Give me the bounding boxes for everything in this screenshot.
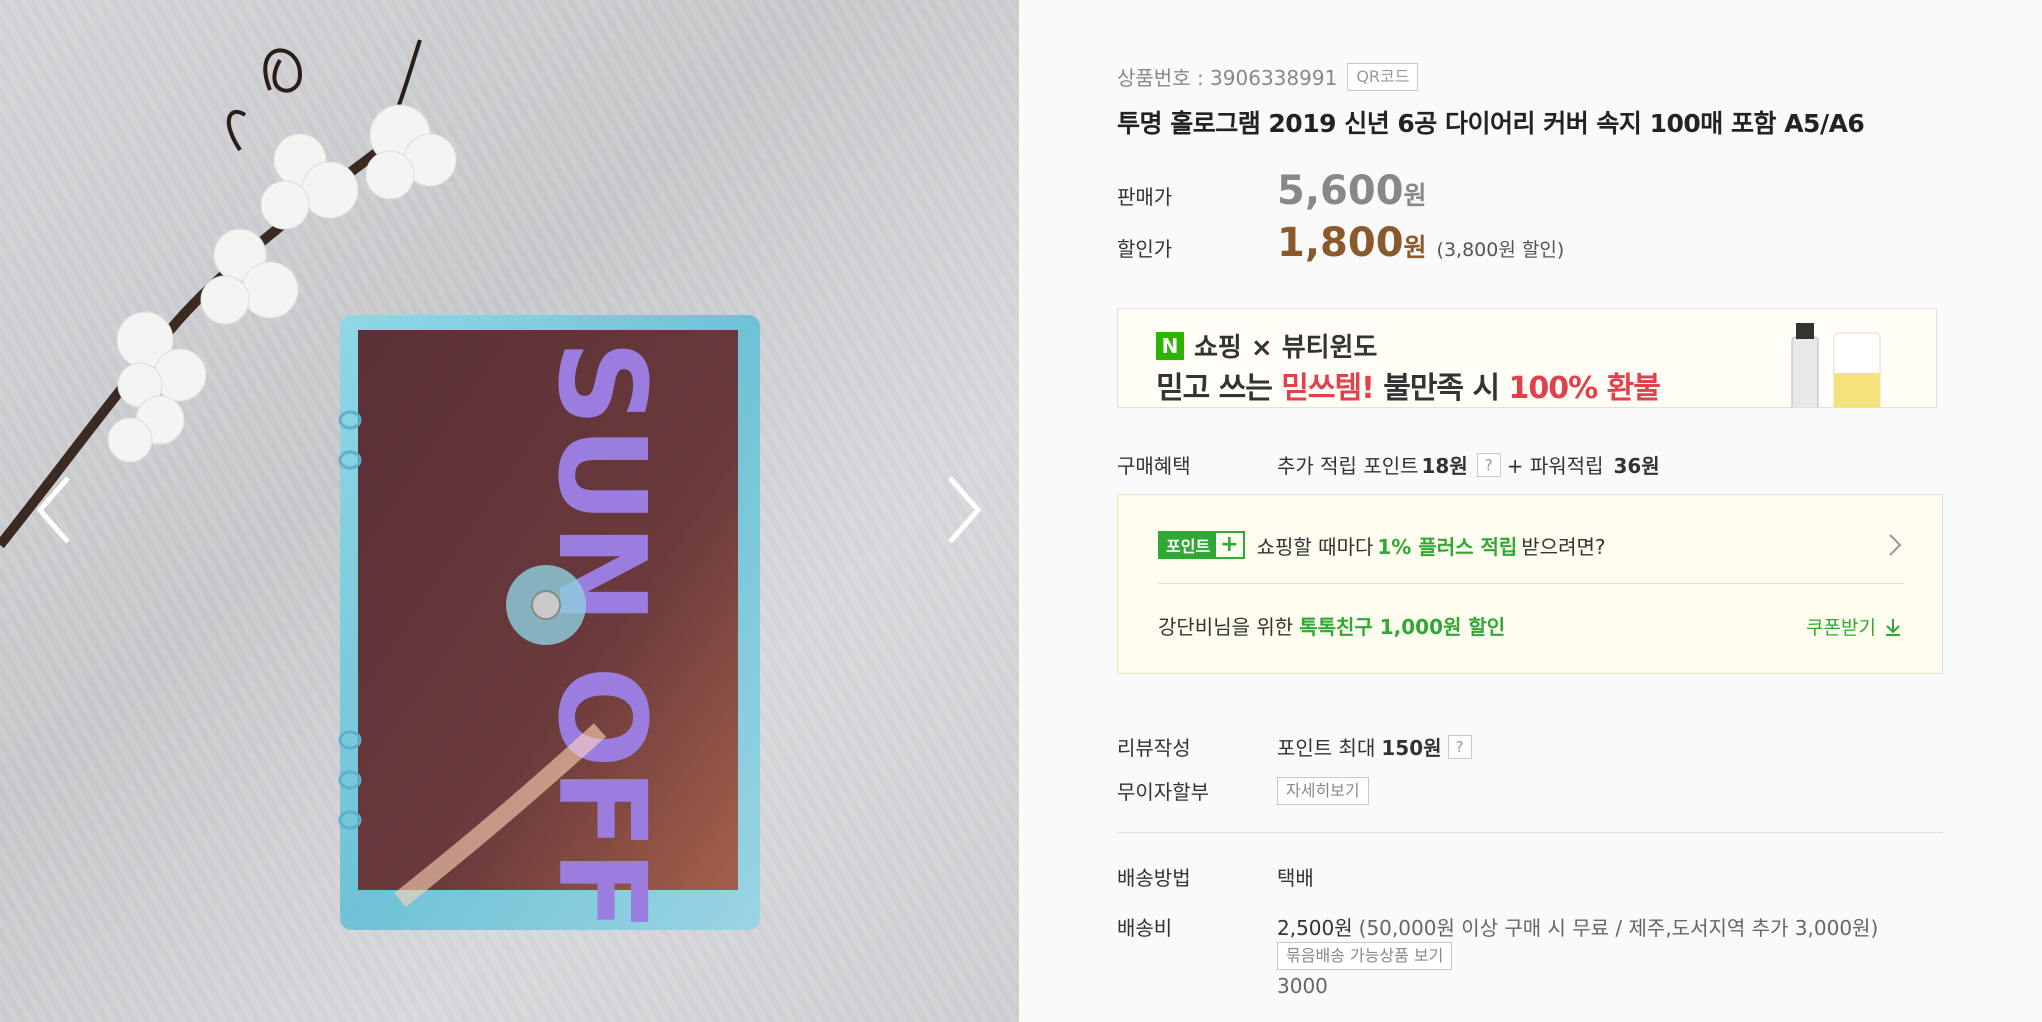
shipping-extra-value: 3000 <box>1277 974 1328 998</box>
power-points-text: + 파워적립 <box>1506 454 1604 478</box>
power-points-value: 36원 <box>1613 454 1660 478</box>
shipping-fee-row: 배송비 2,500원 (50,000원 이상 구매 시 무료 / 제주,도서지역… <box>1117 912 1878 941</box>
coupon-highlight: 톡톡친구 1,000원 할인 <box>1299 614 1506 639</box>
hologram-diary-image: SUN OFF <box>338 315 760 932</box>
sale-price: 1,800원 <box>1277 220 1427 266</box>
banner-text-d: 100% 환불 <box>1508 371 1661 406</box>
review-text: 포인트 최대 <box>1277 736 1376 760</box>
shipping-extra-row: 3000 <box>1277 974 1328 998</box>
review-help-button[interactable]: ? <box>1447 734 1472 759</box>
benefit-text: 추가 적립 포인트 <box>1277 454 1419 478</box>
shipping-fee-label: 배송비 <box>1117 916 1173 940</box>
discount-amount: (3,800원 할인) <box>1436 239 1565 261</box>
coupon-download-button[interactable]: 쿠폰받기 <box>1806 613 1904 640</box>
sale-price-value: 1,800 <box>1277 220 1404 266</box>
coupon-button-label: 쿠폰받기 <box>1806 617 1876 639</box>
coupon-row: 강단비님을 위한 톡톡친구 1,000원 할인 쿠폰받기 <box>1158 605 1904 645</box>
point-plus-row[interactable]: 포인트 + 쇼핑할 때마다 1% 플러스 적립 받으려면? <box>1158 525 1904 565</box>
review-points: 150원 <box>1381 736 1442 760</box>
original-price-row: 판매가 5,600원 <box>1117 168 1427 214</box>
banner-text-b: 믿쓰템! <box>1281 371 1374 406</box>
naver-logo: N <box>1156 331 1184 360</box>
shipping-fee-value: 2,500원 <box>1277 916 1353 940</box>
sale-price-unit: 원 <box>1403 233 1427 262</box>
product-info-panel: 상품번호 : 3906338991 QR코드 투명 홀로그램 2019 신년 6… <box>1019 0 2042 1022</box>
download-icon <box>1886 618 1900 636</box>
beauty-window-banner[interactable]: N 쇼핑 × 뷰티윈도 믿고 쓰는 믿쓰템! 불만족 시 100% 환불 <box>1117 308 1937 408</box>
prev-image-button[interactable] <box>30 470 90 550</box>
benefit-label: 구매혜택 <box>1117 454 1191 478</box>
benefit-points: 18원 <box>1421 454 1468 478</box>
sale-price-label: 할인가 <box>1117 237 1173 261</box>
sale-price-row: 할인가 1,800원 (3,800원 할인) <box>1117 220 1564 266</box>
shipping-method-label: 배송방법 <box>1117 866 1191 890</box>
point-highlight: 1% 플러스 적립 <box>1377 534 1518 559</box>
installment-detail-button[interactable]: 자세히보기 <box>1277 776 1369 805</box>
review-label: 리뷰작성 <box>1117 736 1191 760</box>
original-price-label: 판매가 <box>1117 185 1173 209</box>
original-price-unit: 원 <box>1403 181 1427 210</box>
point-plus-badge: 포인트 + <box>1158 531 1245 559</box>
shipping-method-row: 배송방법 택배 <box>1117 862 1314 891</box>
banner-line1: 쇼핑 × 뷰티윈도 <box>1194 333 1378 363</box>
chevron-left-icon <box>36 476 70 544</box>
coupon-text: 강단비님을 위한 <box>1158 614 1294 639</box>
chevron-right-icon <box>1889 534 1902 556</box>
original-price: 5,600원 <box>1277 168 1427 214</box>
installment-label: 무이자할부 <box>1117 780 1209 804</box>
product-id-row: 상품번호 : 3906338991 QR코드 <box>1117 62 1419 91</box>
shipping-fee-note: (50,000원 이상 구매 시 무료 / 제주,도서지역 추가 3,000원) <box>1358 916 1879 940</box>
bundle-row: 묶음배송 가능상품 보기 <box>1277 942 1453 970</box>
plus-icon: + <box>1220 532 1239 557</box>
product-title: 투명 홀로그램 2019 신년 6공 다이어리 커버 속지 100매 포함 A5… <box>1117 109 1865 138</box>
banner-tagline: 믿고 쓰는 믿쓰템! 불만족 시 100% 환불 <box>1156 363 1661 407</box>
review-row: 리뷰작성 포인트 최대 150원 ? <box>1117 732 1478 761</box>
banner-headline: N 쇼핑 × 뷰티윈도 <box>1156 327 1377 364</box>
point-badge-label: 포인트 <box>1160 533 1217 557</box>
purchase-benefit-row: 구매혜택 추가 적립 포인트 18원 ? + 파워적립 36원 <box>1117 450 1663 479</box>
shipping-method-value: 택배 <box>1277 866 1314 890</box>
banner-text-a: 믿고 쓰는 <box>1156 371 1282 406</box>
cosmetic-bottles-image <box>1791 323 1881 407</box>
next-image-button[interactable] <box>928 470 988 550</box>
qr-code-button[interactable]: QR코드 <box>1347 62 1419 91</box>
installment-row: 무이자할부 자세히보기 <box>1117 776 1369 805</box>
product-image-gallery: SUN OFF <box>0 0 1019 1022</box>
original-price-value: 5,600 <box>1277 168 1404 214</box>
bundle-shipping-button[interactable]: 묶음배송 가능상품 보기 <box>1277 942 1453 970</box>
benefit-help-button[interactable]: ? <box>1476 452 1501 477</box>
box-divider <box>1158 583 1904 584</box>
point-benefit-box: 포인트 + 쇼핑할 때마다 1% 플러스 적립 받으려면? 강단비님을 위한 톡… <box>1117 494 1943 674</box>
point-text-a: 쇼핑할 때마다 <box>1256 534 1374 559</box>
point-text-b: 받으려면? <box>1521 534 1606 559</box>
product-id: 상품번호 : 3906338991 <box>1117 66 1338 90</box>
banner-text-c: 불만족 시 <box>1373 371 1509 406</box>
section-divider <box>1117 832 1943 833</box>
chevron-right-icon <box>948 476 982 544</box>
